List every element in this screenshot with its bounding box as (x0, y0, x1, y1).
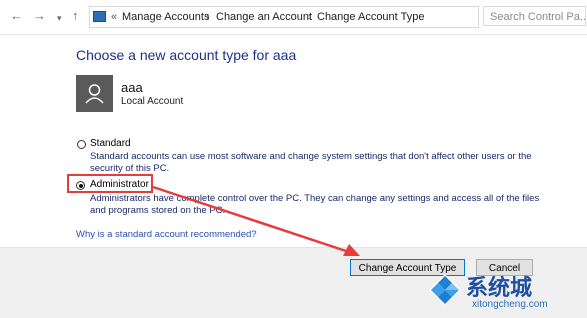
watermark-title: 系统城 (466, 276, 533, 301)
watermark-logo-icon (429, 274, 461, 306)
watermark-url: xitongcheng.com (472, 299, 548, 310)
